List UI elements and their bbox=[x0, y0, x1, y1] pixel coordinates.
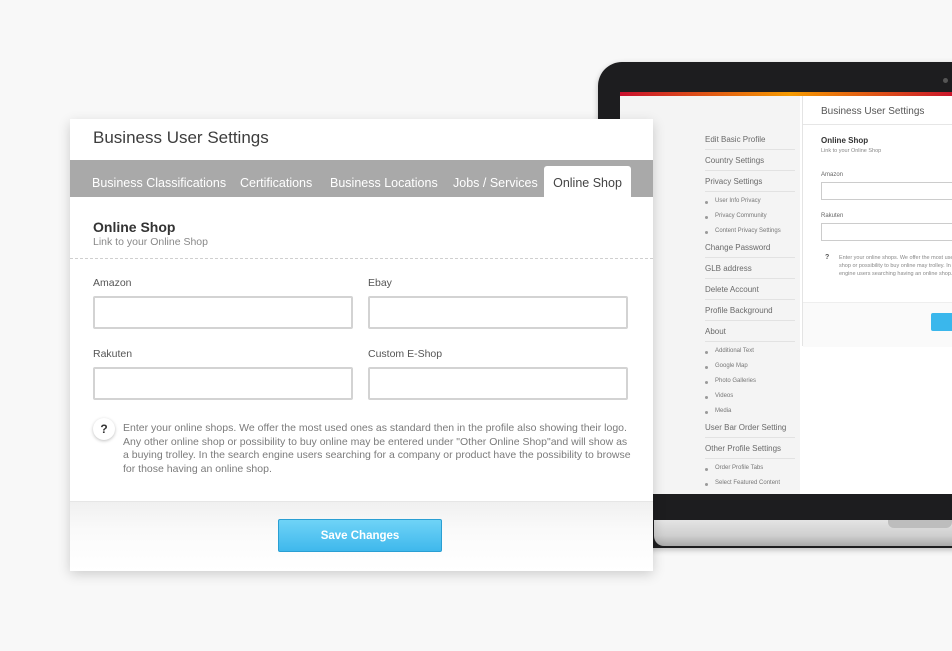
laptop-section-subtitle: Link to your Online Shop bbox=[821, 148, 882, 154]
divider bbox=[803, 124, 952, 125]
laptop-sidebar-item[interactable]: Edit Basic Profile bbox=[705, 132, 795, 150]
custom-eshop-input[interactable] bbox=[368, 367, 628, 400]
laptop-sidebar-item[interactable]: GLB address bbox=[705, 261, 795, 279]
laptop-sidebar-subitem[interactable]: Select Featured Content bbox=[705, 477, 795, 492]
divider bbox=[70, 258, 653, 259]
laptop-sidebar-subitem[interactable]: Google Map bbox=[705, 360, 795, 375]
tab-online-shop[interactable]: Online Shop bbox=[544, 166, 631, 197]
save-changes-button[interactable]: Save Changes bbox=[278, 519, 442, 552]
laptop-settings-panel: Business User Settings Online Shop Link … bbox=[802, 96, 952, 347]
laptop-sidebar-subitem[interactable]: Order Profile Tabs bbox=[705, 462, 795, 477]
tab-jobs-services[interactable]: Jobs / Services bbox=[453, 160, 538, 197]
laptop-sidebar-subitem[interactable]: Photo Galleries bbox=[705, 375, 795, 390]
laptop-notch bbox=[888, 520, 952, 528]
laptop-sidebar-item[interactable]: Delete Account bbox=[705, 282, 795, 300]
laptop-sidebar-subitem[interactable]: Privacy Community bbox=[705, 210, 795, 225]
laptop-field-label-amazon: Amazon bbox=[821, 172, 844, 178]
laptop-sidebar-subitem[interactable]: Additional Text bbox=[705, 345, 795, 360]
ebay-input[interactable] bbox=[368, 296, 628, 329]
laptop-panel-title: Business User Settings bbox=[821, 106, 925, 117]
tab-certifications[interactable]: Certifications bbox=[240, 160, 312, 197]
amazon-input[interactable] bbox=[93, 296, 353, 329]
tab-business-locations[interactable]: Business Locations bbox=[330, 160, 438, 197]
laptop-sidebar-subitem[interactable]: Media bbox=[705, 405, 795, 420]
laptop-section-title: Online Shop bbox=[821, 136, 869, 145]
settings-card: Business User Settings Business Classifi… bbox=[70, 119, 653, 571]
laptop-screen: Edit Basic Profile Country Settings Privac… bbox=[620, 92, 952, 494]
laptop-sidebar-subitem[interactable]: Videos bbox=[705, 390, 795, 405]
laptop-sidebar-item[interactable]: About bbox=[705, 324, 795, 342]
help-icon: ? bbox=[825, 254, 830, 261]
laptop-sidebar-item[interactable]: Other Profile Settings bbox=[705, 441, 795, 459]
laptop-rakuten-input[interactable] bbox=[821, 223, 952, 241]
camera-dot bbox=[943, 78, 948, 83]
custom-eshop-label: Custom E-Shop bbox=[368, 348, 443, 360]
laptop-sidebar-subitem[interactable]: User Info Privacy bbox=[705, 195, 795, 210]
laptop-sidebar-item[interactable]: Profile Background bbox=[705, 303, 795, 321]
help-icon[interactable]: ? bbox=[93, 418, 115, 440]
laptop-save-button[interactable] bbox=[931, 313, 952, 331]
laptop-sidebar-item[interactable]: Privacy Settings bbox=[705, 174, 795, 192]
tab-business-classifications[interactable]: Business Classifications bbox=[92, 160, 226, 197]
laptop-help-text: Enter your online shops. We offer the mo… bbox=[839, 255, 952, 277]
help-text: Enter your online shops. We offer the mo… bbox=[123, 422, 631, 475]
section-title: Online Shop bbox=[93, 219, 176, 235]
rakuten-input[interactable] bbox=[93, 367, 353, 400]
laptop-amazon-input[interactable] bbox=[821, 182, 952, 200]
laptop-sidebar-item[interactable]: Change Password bbox=[705, 240, 795, 258]
amazon-label: Amazon bbox=[93, 277, 132, 289]
laptop-sidebar-item[interactable]: User Bar Order Setting bbox=[705, 420, 795, 438]
laptop-sidebar-item[interactable]: Country Settings bbox=[705, 153, 795, 171]
laptop-panel-footer bbox=[803, 302, 952, 347]
laptop-sidebar-list: Edit Basic Profile Country Settings Privac… bbox=[705, 132, 795, 494]
ebay-label: Ebay bbox=[368, 277, 392, 289]
card-footer: Save Changes bbox=[70, 501, 653, 571]
laptop-field-label-rakuten: Rakuten bbox=[821, 213, 844, 219]
page-title: Business User Settings bbox=[93, 128, 269, 147]
laptop-base bbox=[654, 520, 952, 546]
rakuten-label: Rakuten bbox=[93, 348, 133, 360]
tab-bar: Business Classifications Certifications … bbox=[70, 160, 653, 197]
laptop-sidebar-subitem[interactable]: Content Privacy Settings bbox=[705, 225, 795, 240]
section-subtitle: Link to your Online Shop bbox=[93, 236, 208, 248]
